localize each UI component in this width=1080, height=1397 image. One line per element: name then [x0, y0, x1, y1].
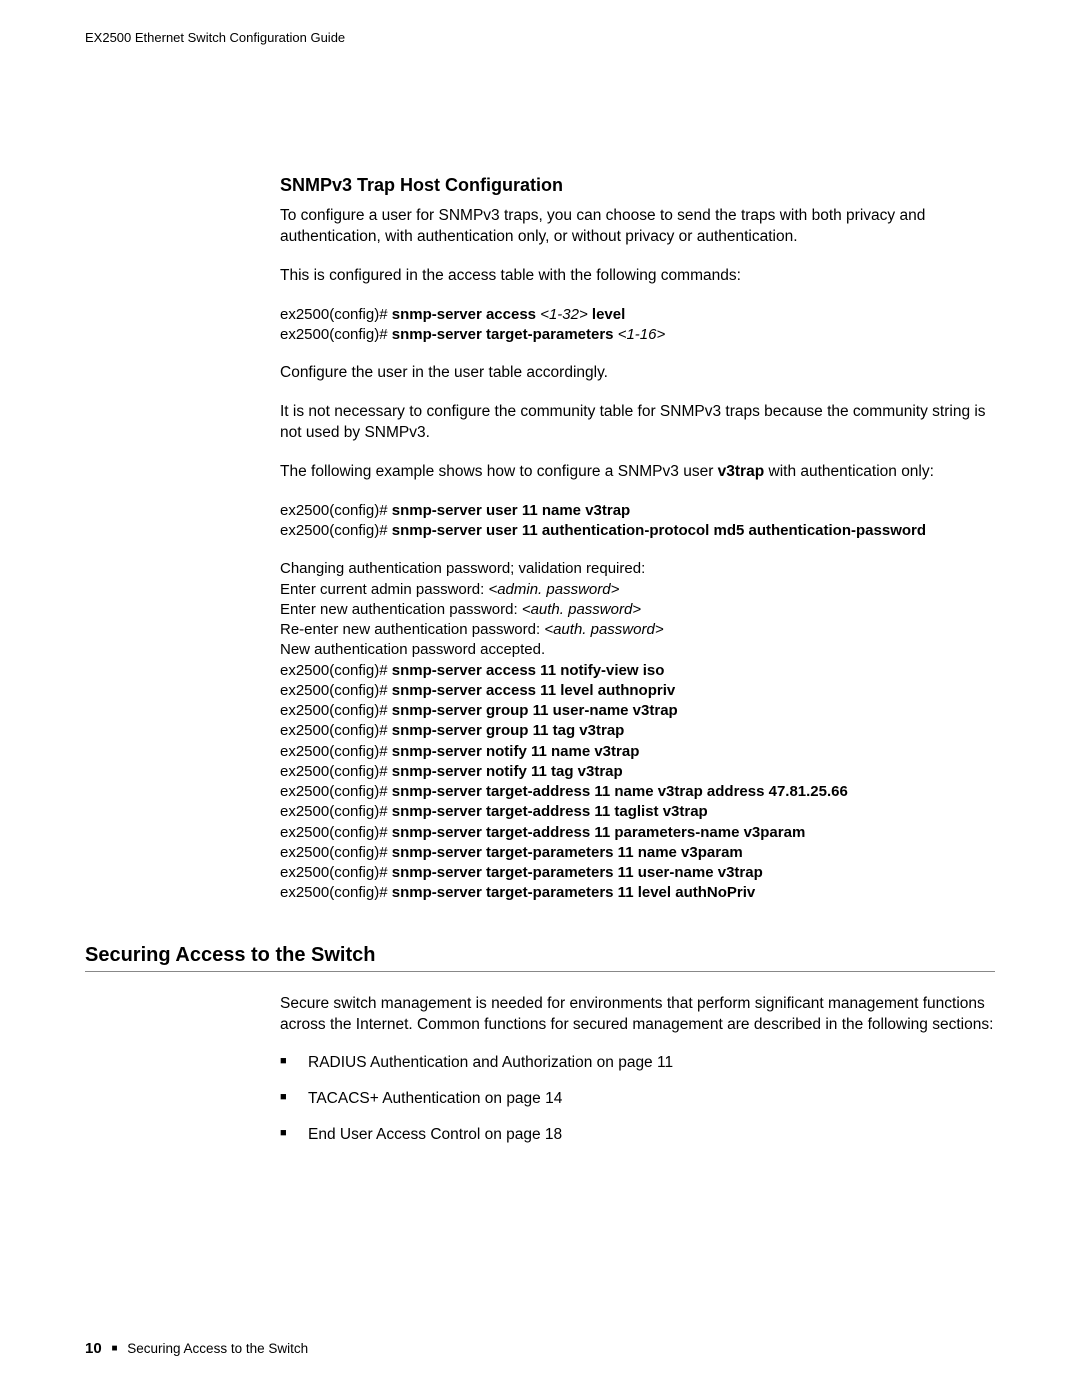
- text-run: with authentication only:: [764, 463, 934, 480]
- command-text: snmp-server target-address 11 taglist v3…: [392, 803, 708, 820]
- command-text: snmp-server target-parameters 11 user-na…: [392, 864, 763, 881]
- command-text: snmp-server notify 11 tag v3trap: [392, 763, 623, 780]
- prompt: ex2500(config)#: [280, 722, 392, 739]
- paragraph: It is not necessary to configure the com…: [280, 402, 995, 444]
- list-item: TACACS+ Authentication on page 14: [280, 1090, 995, 1108]
- command-text: snmp-server target-parameters 11 level a…: [392, 884, 756, 901]
- command-text: snmp-server target-address 11 name v3tra…: [392, 783, 848, 800]
- list-item: End User Access Control on page 18: [280, 1126, 995, 1144]
- prompt: ex2500(config)#: [280, 743, 392, 760]
- command-text: snmp-server group 11 tag v3trap: [392, 722, 625, 739]
- text-ital: <auth. password>: [544, 621, 663, 638]
- command-line: ex2500(config)# snmp-server notify 11 ta…: [280, 762, 995, 782]
- command-block: ex2500(config)# snmp-server user 11 name…: [280, 501, 995, 542]
- text-run: Enter new authentication password:: [280, 601, 522, 618]
- prompt: ex2500(config)#: [280, 502, 392, 519]
- section-body: Secure switch management is needed for e…: [280, 994, 995, 1144]
- paragraph: The following example shows how to confi…: [280, 462, 995, 483]
- command-arg: <1-32>: [540, 306, 588, 323]
- command-line: ex2500(config)# snmp-server access 11 no…: [280, 661, 995, 681]
- prompt: ex2500(config)#: [280, 884, 392, 901]
- command-text: snmp-server access 11 level authnopriv: [392, 682, 675, 699]
- command-text: snmp-server access: [392, 306, 540, 323]
- command-text: snmp-server target-parameters 11 name v3…: [392, 844, 743, 861]
- command-line: ex2500(config)# snmp-server target-addre…: [280, 823, 995, 843]
- command-line: ex2500(config)# snmp-server target-param…: [280, 325, 995, 345]
- output-line: New authentication password accepted.: [280, 640, 995, 660]
- command-line: ex2500(config)# snmp-server notify 11 na…: [280, 742, 995, 762]
- main-content: SNMPv3 Trap Host Configuration To config…: [280, 175, 995, 904]
- command-text: snmp-server notify 11 name v3trap: [392, 743, 640, 760]
- command-text: snmp-server group 11 user-name v3trap: [392, 702, 678, 719]
- text-run: Re-enter new authentication password:: [280, 621, 544, 638]
- command-arg: <1-16>: [618, 326, 666, 343]
- heading-securing-access: Securing Access to the Switch: [85, 944, 995, 967]
- page-footer: 10 ■ Securing Access to the Switch: [85, 1340, 308, 1357]
- prompt: ex2500(config)#: [280, 522, 392, 539]
- text-ital: <auth. password>: [522, 601, 641, 618]
- page: EX2500 Ethernet Switch Configuration Gui…: [0, 0, 1080, 1397]
- command-block: ex2500(config)# snmp-server access <1-32…: [280, 305, 995, 346]
- command-line: ex2500(config)# snmp-server group 11 use…: [280, 701, 995, 721]
- command-line: ex2500(config)# snmp-server target-param…: [280, 843, 995, 863]
- text-ital: <admin. password>: [488, 581, 619, 598]
- output-line: Re-enter new authentication password: <a…: [280, 620, 995, 640]
- command-line: ex2500(config)# snmp-server target-addre…: [280, 802, 995, 822]
- command-line: ex2500(config)# snmp-server target-param…: [280, 863, 995, 883]
- footer-section-title: Securing Access to the Switch: [127, 1341, 308, 1356]
- section-heading-rule: Securing Access to the Switch: [85, 944, 995, 972]
- heading-snmpv3-trap-host: SNMPv3 Trap Host Configuration: [280, 175, 995, 196]
- paragraph: This is configured in the access table w…: [280, 266, 995, 287]
- prompt: ex2500(config)#: [280, 326, 392, 343]
- paragraph: To configure a user for SNMPv3 traps, yo…: [280, 206, 995, 248]
- paragraph: Configure the user in the user table acc…: [280, 363, 995, 384]
- prompt: ex2500(config)#: [280, 783, 392, 800]
- command-text: snmp-server user 11 name v3trap: [392, 502, 630, 519]
- prompt: ex2500(config)#: [280, 844, 392, 861]
- command-line: ex2500(config)# snmp-server target-param…: [280, 883, 995, 903]
- running-header: EX2500 Ethernet Switch Configuration Gui…: [85, 30, 995, 45]
- command-line: ex2500(config)# snmp-server access 11 le…: [280, 681, 995, 701]
- output-line: Enter new authentication password: <auth…: [280, 600, 995, 620]
- command-text: snmp-server access 11 notify-view iso: [392, 662, 665, 679]
- bullet-list: RADIUS Authentication and Authorization …: [280, 1054, 995, 1144]
- command-text: snmp-server target-address 11 parameters…: [392, 824, 806, 841]
- prompt: ex2500(config)#: [280, 864, 392, 881]
- command-text: snmp-server user 11 authentication-proto…: [392, 522, 926, 539]
- text-run-bold: v3trap: [718, 463, 765, 480]
- output-line: Changing authentication password; valida…: [280, 559, 995, 579]
- command-line: ex2500(config)# snmp-server access <1-32…: [280, 305, 995, 325]
- command-line: ex2500(config)# snmp-server group 11 tag…: [280, 721, 995, 741]
- prompt: ex2500(config)#: [280, 682, 392, 699]
- prompt: ex2500(config)#: [280, 824, 392, 841]
- command-line: ex2500(config)# snmp-server user 11 name…: [280, 501, 995, 521]
- text-run: Enter current admin password:: [280, 581, 488, 598]
- prompt: ex2500(config)#: [280, 803, 392, 820]
- list-item: RADIUS Authentication and Authorization …: [280, 1054, 995, 1072]
- command-text: snmp-server target-parameters: [392, 326, 618, 343]
- output-line: Enter current admin password: <admin. pa…: [280, 580, 995, 600]
- bullet-icon: ■: [111, 1343, 117, 1354]
- prompt: ex2500(config)#: [280, 763, 392, 780]
- text-run: The following example shows how to confi…: [280, 463, 718, 480]
- terminal-output: Changing authentication password; valida…: [280, 559, 995, 903]
- command-text: level: [588, 306, 626, 323]
- prompt: ex2500(config)#: [280, 702, 392, 719]
- command-line: ex2500(config)# snmp-server user 11 auth…: [280, 521, 995, 541]
- prompt: ex2500(config)#: [280, 306, 392, 323]
- page-number: 10: [85, 1340, 102, 1357]
- command-line: ex2500(config)# snmp-server target-addre…: [280, 782, 995, 802]
- paragraph: Secure switch management is needed for e…: [280, 994, 995, 1036]
- prompt: ex2500(config)#: [280, 662, 392, 679]
